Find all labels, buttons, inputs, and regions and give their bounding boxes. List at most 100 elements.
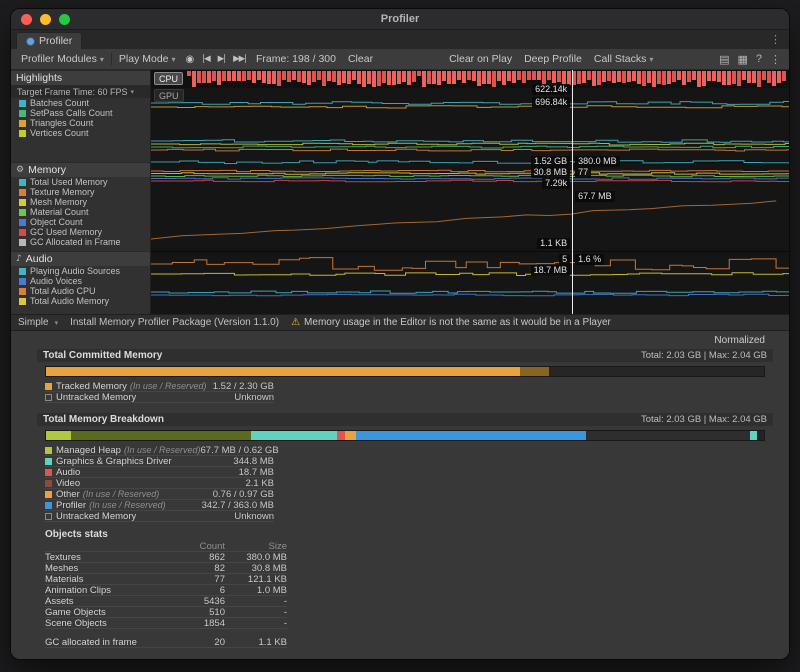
first-frame-button[interactable]: |◀ (198, 49, 213, 69)
object-count: 510 (173, 607, 225, 618)
prev-frame-button[interactable]: ▶| (214, 49, 229, 69)
counter-item[interactable]: Batches Count (11, 98, 150, 108)
help-icon: ? (756, 53, 762, 65)
counter-swatch (19, 239, 26, 246)
counter-item[interactable]: Audio Voices (11, 276, 150, 286)
play-mode-dropdown[interactable]: Play Mode ▾ (113, 49, 182, 69)
module-header-highlights[interactable]: Highlights (11, 70, 150, 85)
counter-swatch (19, 278, 26, 285)
legend-label: Tracked Memory (56, 381, 127, 392)
target-frame-time-label: Target Frame Time: 60 FPS (17, 87, 128, 97)
module-sidebar: HighlightsTarget Frame Time: 60 FPS▾Batc… (11, 70, 151, 314)
chevron-down-icon: ▾ (131, 88, 135, 96)
legend-label: Managed Heap (56, 445, 121, 456)
size-column-header: Size (225, 541, 287, 552)
chart-value-label: 7.29k (542, 178, 570, 189)
current-frame-icon: ▶▶| (233, 54, 246, 64)
counter-item[interactable]: Total Used Memory (11, 177, 150, 187)
memory-breakdown-bar[interactable] (45, 430, 765, 441)
window-title: Profiler (11, 13, 789, 25)
object-count: 1854 (173, 618, 225, 629)
legend-row: Other(In use / Reserved)0.76 / 0.97 GB (45, 489, 274, 500)
install-package-button[interactable]: Install Memory Profiler Package (Version… (70, 317, 279, 328)
counter-item[interactable]: GC Used Memory (11, 227, 150, 237)
legend-value: Unknown (234, 511, 274, 522)
minimize-button[interactable] (40, 14, 51, 25)
legend-swatch (45, 480, 52, 487)
counter-swatch (19, 110, 26, 117)
counter-item[interactable]: Total Audio Memory (11, 296, 150, 306)
committed-memory-totals: Total: 2.03 GB | Max: 2.04 GB (641, 350, 767, 361)
module-header-audio[interactable]: ♪Audio (11, 251, 150, 266)
current-frame-button[interactable]: ▶▶| (229, 49, 250, 69)
layout-button[interactable]: ▤ (715, 53, 733, 66)
object-size: - (225, 607, 287, 618)
counter-swatch (19, 120, 26, 127)
target-frame-time-dropdown[interactable]: Target Frame Time: 60 FPS▾ (11, 85, 150, 98)
close-button[interactable] (21, 14, 32, 25)
module-header-memory[interactable]: ⚙ Memory (11, 162, 150, 177)
counter-item[interactable]: Total Audio CPU (11, 286, 150, 296)
committed-memory-bar[interactable] (45, 366, 765, 377)
counter-item[interactable]: Triangles Count (11, 118, 150, 128)
module-title: Memory (28, 164, 66, 176)
counter-item[interactable]: GC Allocated in Frame (11, 237, 150, 247)
legend-note: (In use / Reserved) (130, 381, 207, 391)
chart-value-label: 1.52 GB (531, 156, 570, 167)
counter-label: Triangles Count (30, 118, 93, 128)
counter-item[interactable]: Playing Audio Sources (11, 266, 150, 276)
objects-stats-row: Meshes8230.8 MB (45, 563, 287, 574)
clear-on-play-toggle[interactable]: Clear on Play (443, 49, 518, 69)
legend-note: (In use / Reserved) (83, 489, 160, 499)
view-mode-dropdown[interactable]: Simple ▾ (18, 315, 58, 330)
module-section-audio: ♪AudioPlaying Audio SourcesAudio VoicesT… (11, 251, 150, 306)
window-menu-button[interactable]: ⋮ (766, 53, 785, 66)
object-size: - (225, 618, 287, 629)
clear-button[interactable]: Clear (342, 49, 379, 69)
counter-item[interactable]: Object Count (11, 217, 150, 227)
tab-profiler[interactable]: Profiler (16, 32, 82, 49)
objects-stats-row: Scene Objects1854- (45, 618, 287, 629)
counter-swatch (19, 179, 26, 186)
legend-value: 1.52 / 2.30 GB (213, 381, 274, 392)
deep-profile-toggle[interactable]: Deep Profile (518, 49, 588, 69)
legend-value: 342.7 / 363.0 MB (202, 500, 274, 511)
chart-area[interactable]: CPU GPU 622.14k696.84k1.52 GB380.0 MB30.… (151, 70, 789, 314)
gpu-label[interactable]: GPU (154, 89, 184, 102)
objects-stats-row: Textures862380.0 MB (45, 552, 287, 563)
chart-value-label: 5 (559, 254, 570, 265)
counter-item[interactable]: Texture Memory (11, 187, 150, 197)
selected-frame-playhead[interactable] (572, 70, 573, 314)
tab-menu-icon[interactable]: ⋮ (770, 33, 781, 46)
fullscreen-button[interactable] (59, 14, 70, 25)
memory-subtoolbar: Simple ▾ Install Memory Profiler Package… (11, 314, 789, 331)
counter-item[interactable]: Vertices Count (11, 128, 150, 138)
objects-stats-table: Count Size Textures862380.0 MBMeshes8230… (45, 541, 287, 648)
counter-item[interactable]: Material Count (11, 207, 150, 217)
memory-bar-segment (337, 431, 346, 440)
gc-row-count: 20 (173, 637, 225, 648)
traffic-lights (21, 14, 70, 25)
legend-label: Profiler (56, 500, 86, 511)
legend-note: (In use / Reserved) (89, 500, 166, 510)
call-stacks-dropdown[interactable]: Call Stacks ▾ (588, 49, 660, 69)
memory-icon: ⚙ (16, 165, 24, 175)
profiler-modules-dropdown[interactable]: Profiler Modules ▾ (15, 49, 110, 69)
chart-value-label: 1.6 % (575, 254, 604, 265)
memory-bar-segment (750, 431, 757, 440)
legend-value: 2.1 KB (245, 478, 274, 489)
grid-button[interactable]: ▦ (733, 53, 751, 66)
normalized-toggle[interactable]: Normalized (45, 334, 765, 348)
help-button[interactable]: ? (752, 53, 766, 65)
modules-region: HighlightsTarget Frame Time: 60 FPS▾Batc… (11, 70, 789, 314)
titlebar[interactable]: Profiler (11, 9, 789, 30)
cpu-label[interactable]: CPU (154, 72, 183, 85)
chart-value-label: 67.7 MB (575, 191, 615, 202)
record-button[interactable]: ◉ (182, 49, 199, 69)
counter-item[interactable]: SetPass Calls Count (11, 108, 150, 118)
legend-row: Profiler(In use / Reserved) 342.7 / 363.0… (45, 500, 274, 511)
counter-swatch (19, 209, 26, 216)
object-name: Materials (45, 574, 173, 585)
object-name: Textures (45, 552, 173, 563)
counter-item[interactable]: Mesh Memory (11, 197, 150, 207)
